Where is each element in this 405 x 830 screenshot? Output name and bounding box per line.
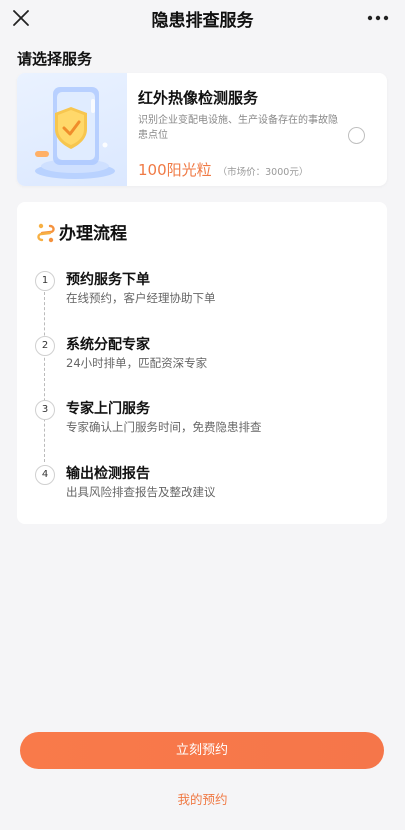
step-description: 出具风险排查报告及整改建议: [66, 485, 216, 499]
more-icon[interactable]: [365, 7, 391, 29]
step-title: 输出检测报告: [66, 466, 150, 482]
top-nav-bar: 隐患排查服务: [0, 0, 405, 36]
process-step: 1 预约服务下单 在线预约，客户经理协助下单: [35, 271, 375, 311]
process-step: 4 输出检测报告 出具风险排查报告及整改建议: [35, 465, 375, 505]
process-step: 2 系统分配专家 24小时排单，匹配资深专家: [35, 336, 375, 376]
process-link-icon: [37, 223, 55, 243]
page-title: 隐患排查服务: [151, 11, 254, 31]
step-description: 在线预约，客户经理协助下单: [66, 291, 216, 305]
price-line: 100阳光粒 （市场价：3000元）: [138, 159, 308, 180]
step-number: 4: [35, 465, 55, 485]
step-description: 24小时排单，匹配资深专家: [66, 356, 208, 370]
step-number: 3: [35, 400, 55, 420]
step-description: 专家确认上门服务时间，免费隐患排查: [66, 420, 262, 434]
market-price: （市场价：3000元）: [217, 167, 309, 178]
step-title: 系统分配专家: [66, 337, 150, 353]
service-card[interactable]: 红外热像检测服务 识别企业变配电设施、生产设备存在的事故隐患点位 100阳光粒 （…: [17, 73, 387, 186]
process-step: 3 专家上门服务 专家确认上门服务时间，免费隐患排查: [35, 400, 375, 440]
shield-phone-illustration-icon: [35, 87, 115, 179]
step-number: 2: [35, 336, 55, 356]
step-title: 专家上门服务: [66, 401, 150, 417]
service-select-radio[interactable]: [348, 127, 365, 144]
step-number: 1: [35, 271, 55, 291]
my-booking-link[interactable]: 我的预约: [0, 789, 405, 808]
service-description: 识别企业变配电设施、生产设备存在的事故隐患点位: [138, 115, 338, 141]
service-name: 红外热像检测服务: [138, 89, 259, 107]
service-price: 100阳光粒: [138, 161, 212, 179]
service-image: [17, 73, 127, 186]
step-title: 预约服务下单: [66, 272, 150, 288]
process-card: 办理流程 1 预约服务下单 在线预约，客户经理协助下单 2 系统分配专家 24小…: [17, 202, 387, 524]
book-now-button[interactable]: 立刻预约: [20, 732, 384, 769]
process-title: 办理流程: [59, 224, 127, 244]
select-service-heading: 请选择服务: [17, 50, 93, 68]
